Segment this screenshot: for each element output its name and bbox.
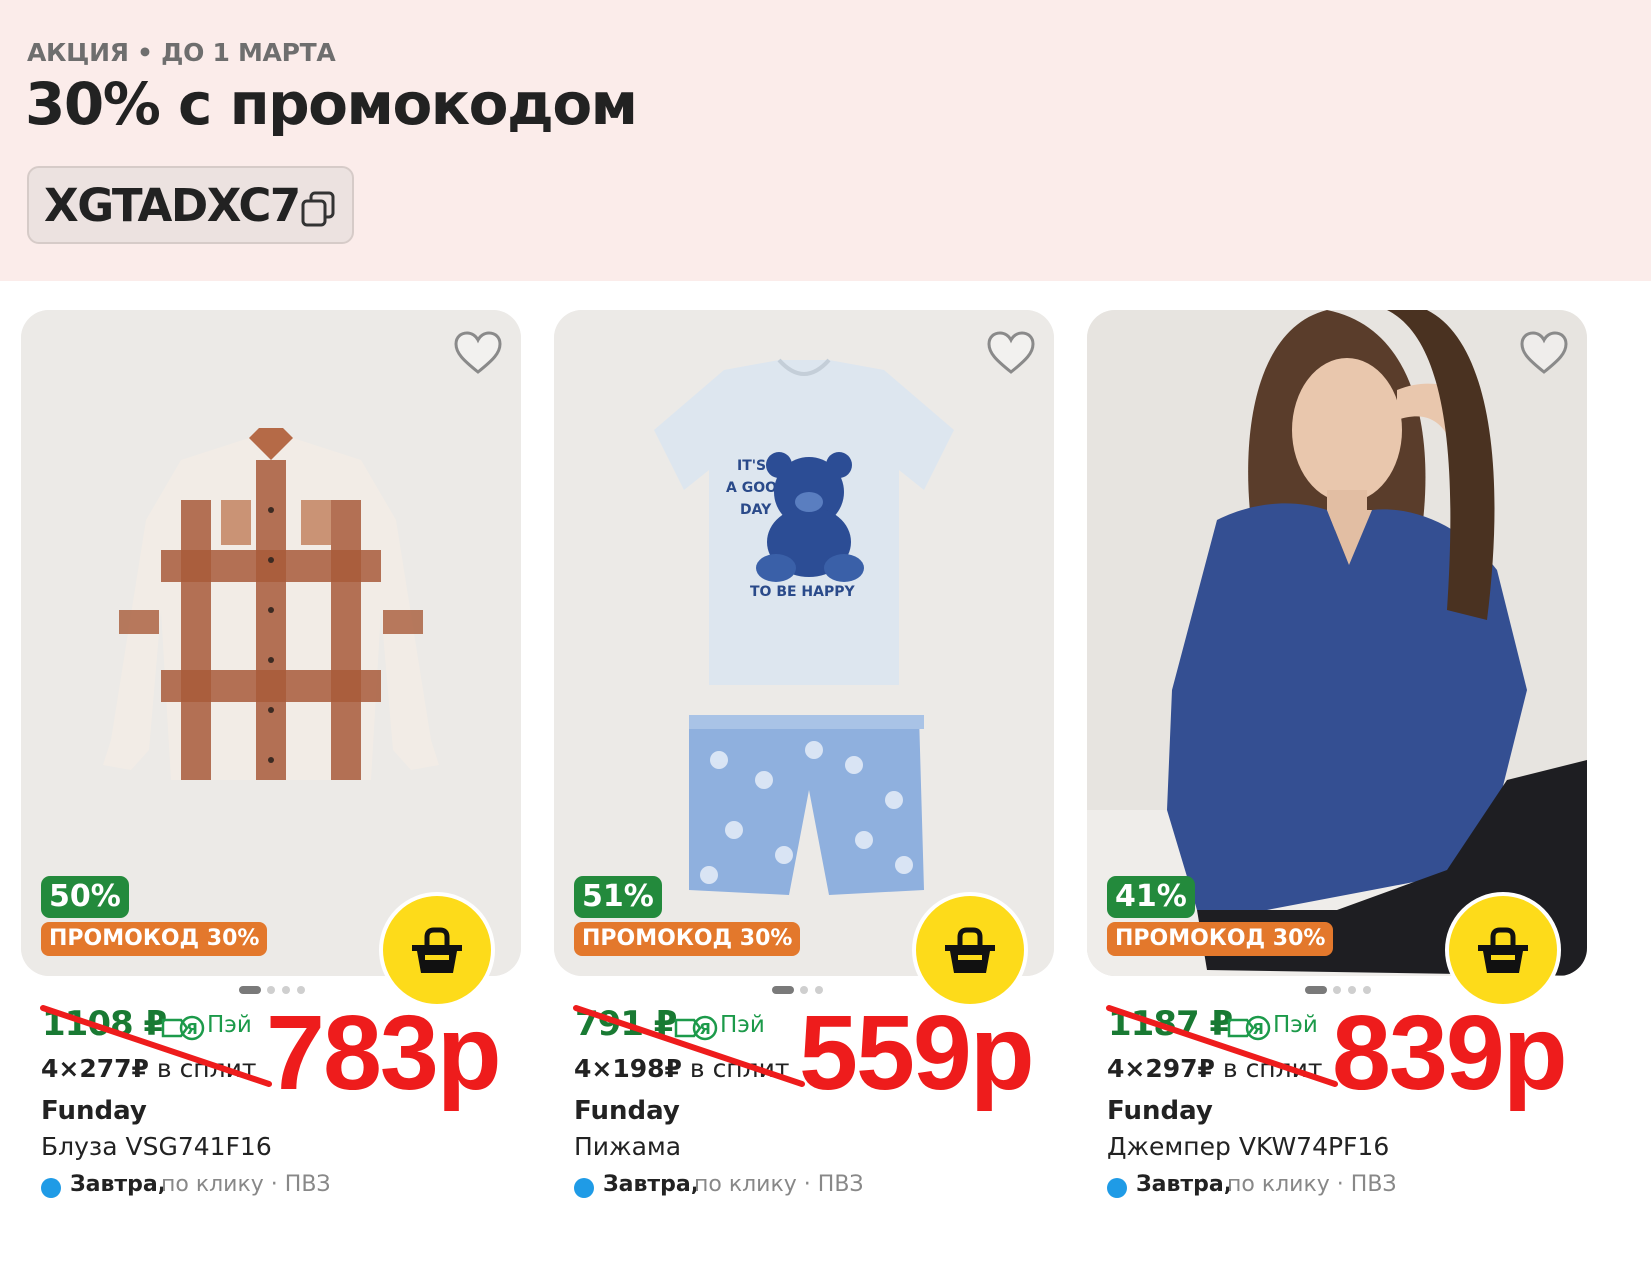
delivery-dot-icon <box>41 1178 61 1198</box>
favorite-heart-icon[interactable] <box>1519 330 1569 376</box>
promo-badge: ПРОМОКОД 30% <box>574 922 801 956</box>
new-price-overlay: 559р <box>799 994 1035 1112</box>
delivery-day: Завтра, <box>603 1172 700 1197</box>
favorite-heart-icon[interactable] <box>986 330 1036 376</box>
product-name[interactable]: Пижама <box>574 1132 681 1161</box>
delivery-day: Завтра, <box>1136 1172 1233 1197</box>
promo-kicker: АКЦИЯ • ДО 1 МАРТА <box>27 38 336 67</box>
tshirt-print-line4: TO BE HAPPY <box>750 584 856 600</box>
tshirt-print-line1: IT'S <box>737 458 766 474</box>
shopping-basket-icon <box>943 925 997 977</box>
copy-icon <box>299 190 337 228</box>
promo-title: 30% с промокодом <box>25 70 638 138</box>
discount-badge: 50% <box>41 876 129 918</box>
add-to-cart-button[interactable] <box>379 892 495 1008</box>
product-name[interactable]: Джемпер VKW74PF16 <box>1107 1132 1389 1161</box>
shopping-basket-icon <box>410 925 464 977</box>
promo-code-copy-button[interactable]: XGTADXC7 <box>27 166 354 244</box>
delivery-day: Завтра, <box>70 1172 167 1197</box>
discount-badge: 51% <box>574 876 662 918</box>
promo-badge: ПРОМОКОД 30% <box>1107 922 1334 956</box>
favorite-heart-icon[interactable] <box>453 330 503 376</box>
product-card[interactable]: IT'S A GOOD DAY TO BE HAPPY 51% ПРОМОКОД… <box>554 310 1054 1250</box>
add-to-cart-button[interactable] <box>1445 892 1561 1008</box>
discount-badge: 41% <box>1107 876 1195 918</box>
new-price-overlay: 783р <box>266 994 502 1112</box>
shopping-basket-icon <box>1476 925 1530 977</box>
delivery-method: по клику · ПВЗ <box>694 1172 864 1197</box>
product-card[interactable]: 50% ПРОМОКОД 30% 1108 ₽ Я Пэй 4×277₽ в с… <box>21 310 521 1250</box>
add-to-cart-button[interactable] <box>912 892 1028 1008</box>
product-card[interactable]: 41% ПРОМОКОД 30% 1187 ₽ Я Пэй 4×297₽ в с… <box>1087 310 1587 1250</box>
delivery-method: по клику · ПВЗ <box>1227 1172 1397 1197</box>
brand-name[interactable]: Funday <box>1107 1096 1213 1126</box>
delivery-dot-icon <box>574 1178 594 1198</box>
product-name[interactable]: Блуза VSG741F16 <box>41 1132 272 1161</box>
delivery-method: по клику · ПВЗ <box>161 1172 331 1197</box>
delivery-dot-icon <box>1107 1178 1127 1198</box>
new-price-overlay: 839р <box>1332 994 1568 1112</box>
promo-code: XGTADXC7 <box>44 179 301 232</box>
brand-name[interactable]: Funday <box>41 1096 147 1126</box>
tshirt-print-line3: DAY <box>740 502 772 518</box>
promo-badge: ПРОМОКОД 30% <box>41 922 268 956</box>
brand-name[interactable]: Funday <box>574 1096 680 1126</box>
promo-banner: АКЦИЯ • ДО 1 МАРТА 30% с промокодом XGTA… <box>0 0 1651 281</box>
